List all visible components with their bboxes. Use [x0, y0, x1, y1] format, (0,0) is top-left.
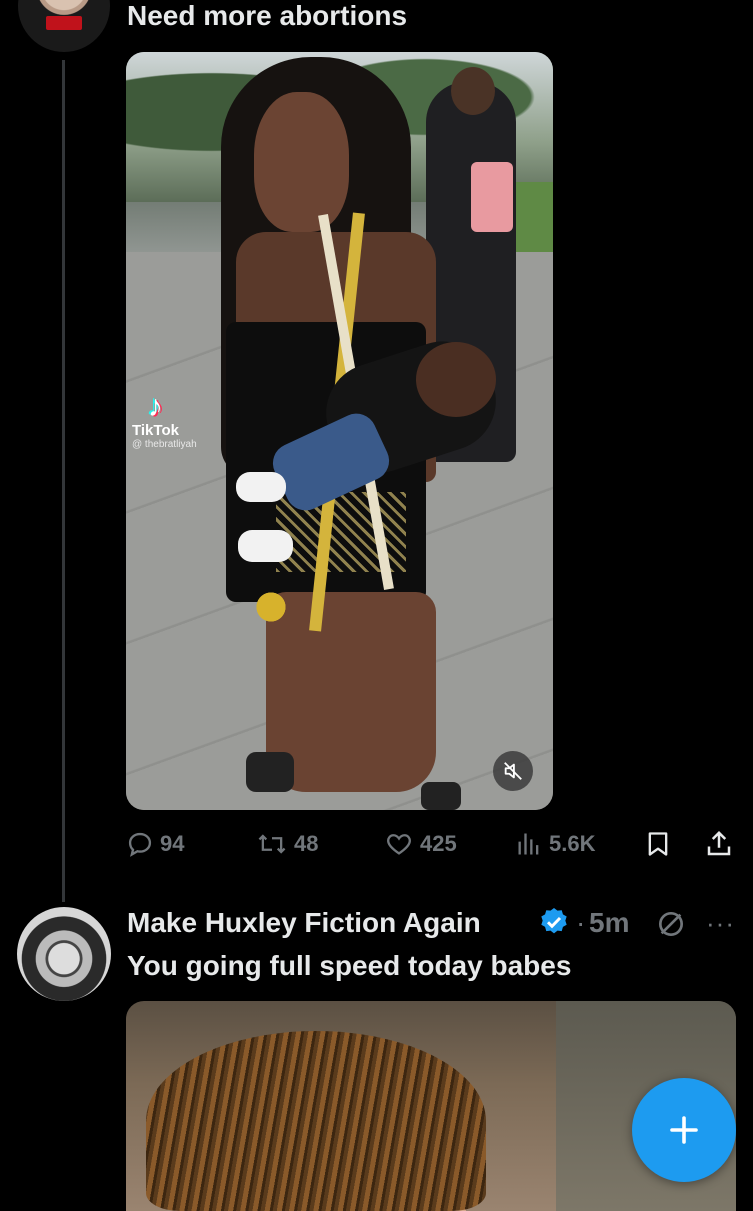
like-count: 425	[420, 831, 457, 856]
repost-icon	[258, 834, 286, 854]
tiktok-handle: @ thebratliyah	[132, 439, 197, 450]
mute-icon	[504, 762, 522, 780]
reply-button[interactable]: 94	[126, 826, 184, 862]
heart-icon	[387, 834, 411, 855]
tweet-text: You going full speed today babes	[127, 950, 572, 981]
tiktok-brand: TikTok	[132, 422, 179, 439]
avatar[interactable]	[17, 907, 111, 1001]
separator-dot: ·	[576, 907, 586, 938]
thread-connector-line	[62, 60, 65, 902]
avatar[interactable]	[18, 0, 110, 52]
reply-count: 94	[160, 831, 185, 856]
like-button[interactable]: 425	[384, 826, 457, 862]
tiktok-watermark: ♪ TikTok @ thebratliyah	[132, 390, 232, 451]
bookmark-icon	[648, 832, 668, 856]
more-options-button[interactable]: ···	[706, 904, 735, 942]
author-name[interactable]: Make Huxley Fiction Again	[127, 904, 481, 942]
mute-button[interactable]	[493, 751, 533, 791]
tweet-text: Need more abortions	[127, 0, 408, 31]
share-button[interactable]	[704, 826, 740, 862]
share-icon	[707, 830, 731, 856]
repost-count: 48	[294, 831, 319, 856]
repost-button[interactable]: 48	[256, 826, 318, 862]
verified-badge-icon	[541, 908, 567, 934]
hide-reply-icon[interactable]	[655, 908, 687, 940]
timestamp[interactable]: 5m	[589, 904, 629, 942]
views-count: 5.6K	[549, 831, 596, 856]
reply-icon	[128, 832, 152, 857]
tiktok-logo-icon: ♪	[148, 390, 163, 423]
tweet-media-video[interactable]: ♪ TikTok @ thebratliyah	[126, 52, 553, 810]
views-button[interactable]: 5.6K	[515, 826, 595, 862]
compose-button[interactable]	[632, 1078, 736, 1182]
tweet-action-bar: 94 48 425 5.6K	[126, 826, 736, 862]
plus-icon	[670, 1116, 698, 1144]
bookmark-button[interactable]	[644, 826, 678, 862]
views-icon	[518, 833, 539, 855]
